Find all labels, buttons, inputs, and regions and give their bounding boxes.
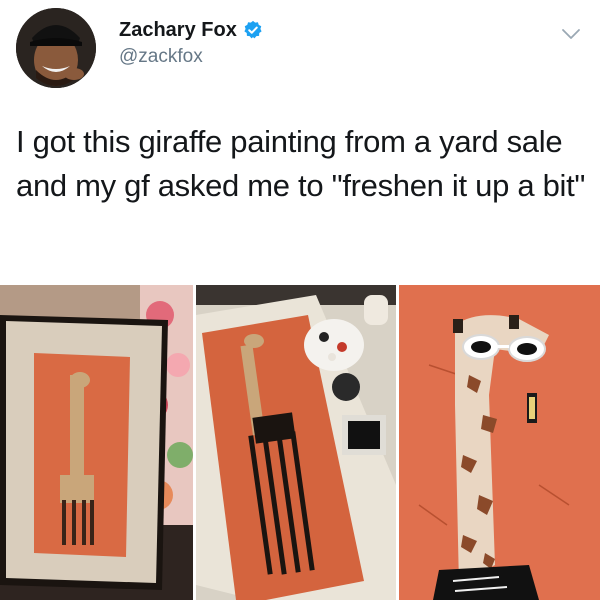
name-block: Zachary Fox @zackfox (119, 18, 263, 68)
photo-grid (0, 285, 600, 600)
display-name-row: Zachary Fox (119, 18, 263, 42)
avatar[interactable] (16, 8, 96, 88)
handle[interactable]: @zackfox (119, 46, 263, 68)
chevron-down-icon[interactable] (560, 26, 582, 42)
tweet-text: I got this giraffe painting from a yard … (16, 124, 586, 203)
display-name[interactable]: Zachary Fox (119, 18, 237, 42)
verified-badge-icon (244, 20, 262, 39)
photo-closeup[interactable] (399, 285, 600, 600)
tweet-header: Zachary Fox @zackfox (16, 8, 586, 90)
photo-in-progress[interactable] (196, 285, 396, 600)
photo-original[interactable] (0, 285, 193, 600)
